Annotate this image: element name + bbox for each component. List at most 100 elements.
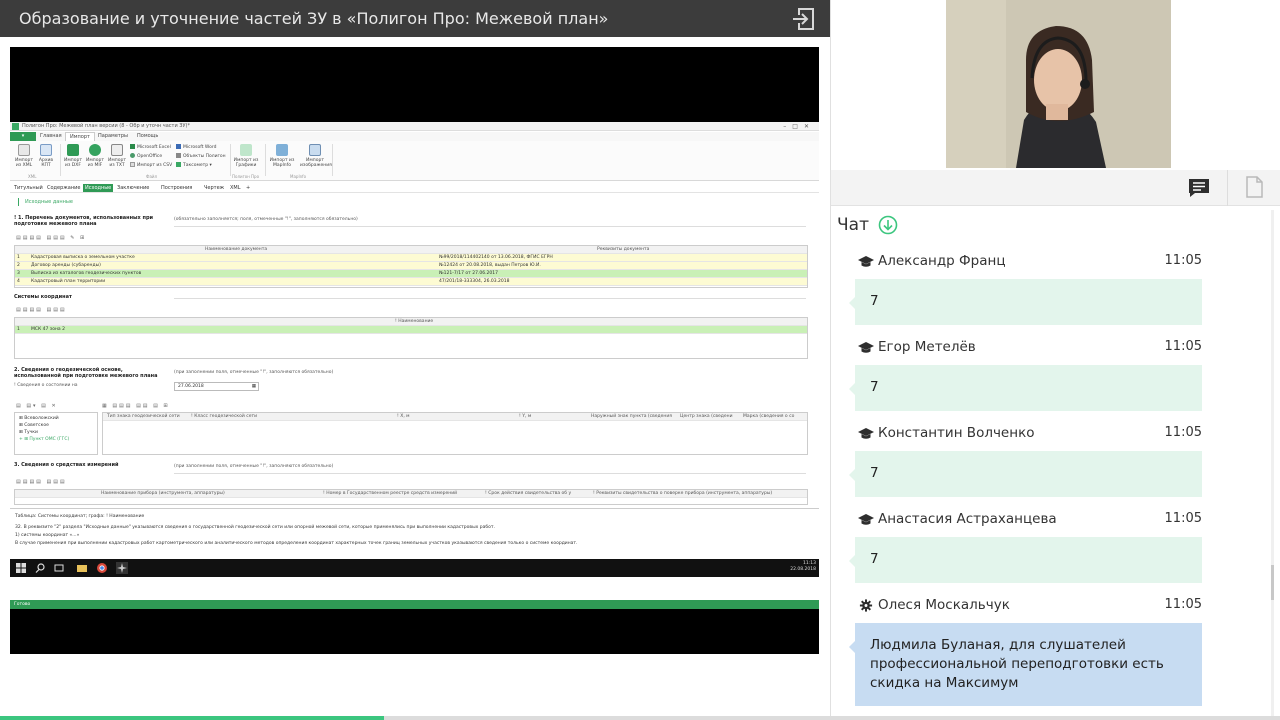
exit-icon[interactable]	[790, 5, 818, 33]
section3-heading: 3. Сведения о средствах измерений	[14, 462, 119, 468]
section2-note: (при заполнении поля, отмеченные "!", за…	[174, 370, 334, 375]
import-txt-button[interactable]: Импорт из TXT	[106, 144, 128, 168]
menu-import[interactable]: Импорт	[65, 132, 95, 141]
file-explorer-icon[interactable]	[76, 562, 88, 574]
graduation-cap-icon	[858, 256, 874, 267]
menu-main[interactable]: Главная	[40, 132, 62, 141]
tab-xml[interactable]: XML	[230, 184, 241, 192]
app-titlebar: Полигон Про: Межевой план версии (8 - Об…	[10, 122, 819, 131]
tree-item[interactable]: ⊞ Тучки	[19, 429, 93, 436]
table-row[interactable]: 1 МСК 47 зона 2	[15, 326, 807, 334]
message-bubble: 7	[849, 365, 1202, 411]
message-author: Анастасия Астраханцева	[878, 511, 1057, 527]
scrollbar-thumb[interactable]	[1271, 565, 1274, 600]
hint-line: 32. В реквизите "2" раздела "Исходные да…	[15, 525, 495, 530]
status-bar: Готово	[10, 600, 819, 609]
tree-item[interactable]: ⊞ Всеволожский	[19, 415, 93, 422]
windows-start-icon[interactable]	[15, 562, 27, 574]
date-field[interactable]: 27.06.2018 ▦	[174, 382, 259, 391]
chat-icon[interactable]	[1187, 178, 1211, 198]
message-author: Егор Метелёв	[878, 339, 976, 355]
menu-params[interactable]: Параметры	[98, 132, 128, 141]
message-author: Константин Волченко	[878, 425, 1035, 441]
presenter-webcam	[946, 0, 1171, 168]
message-author: Александр Франц	[878, 253, 1006, 269]
app-logo-icon	[12, 123, 19, 130]
section2-toolbar-left[interactable]: ▤ ▤▾ ▤ ✕	[16, 403, 58, 411]
chat-message: Анастасия Астраханцева 11:05 7	[849, 511, 1202, 583]
menu-file-button[interactable]: ▾	[10, 132, 36, 141]
import-xml-button[interactable]: Импорт из XML	[13, 144, 35, 168]
task-view-icon[interactable]	[53, 562, 65, 574]
kpt-archive-button[interactable]: Архив КПТ	[35, 144, 57, 168]
tab-content[interactable]: Содержание	[47, 184, 80, 192]
tree-item[interactable]: + ⊞ Пункт ОМС (ГГС)	[19, 436, 93, 443]
video-progress-fill	[0, 716, 384, 720]
coords-heading: Системы координат	[14, 294, 72, 300]
import-dxf-button[interactable]: Импорт из DXF	[62, 144, 84, 168]
message-time: 11:05	[1164, 339, 1202, 354]
chat-message: Александр Франц 11:05 7	[849, 253, 1202, 325]
chrome-icon[interactable]	[96, 562, 108, 574]
tab-conclusion[interactable]: Заключение	[117, 184, 149, 192]
tree-item[interactable]: ⊞ Советское	[19, 422, 93, 429]
section1-note: (обязательно заполняется; поля, отмеченн…	[174, 217, 358, 222]
tab-source[interactable]: Исходные	[83, 184, 114, 192]
graduation-cap-icon	[858, 428, 874, 439]
excel-button[interactable]: Microsoft Excel	[130, 144, 171, 150]
section3-note: (при заполнении поля, отмеченные "!", за…	[174, 464, 334, 469]
panel-toolbar	[831, 170, 1280, 206]
section2-heading: 2. Сведения о геодезической основе, испо…	[14, 367, 158, 379]
breadcrumb: Исходные данные	[18, 198, 73, 206]
document-icon[interactable]	[1245, 176, 1263, 198]
video-player[interactable]: Полигон Про: Межевой план версии (8 - Об…	[10, 47, 819, 654]
import-graphics-button[interactable]: Импорт из Графики	[233, 144, 259, 168]
tab-drawing[interactable]: Чертеж	[204, 184, 224, 192]
tab-title[interactable]: Титульный	[14, 184, 43, 192]
graduation-cap-icon	[858, 342, 874, 353]
import-image-button[interactable]: Импорт изображения	[300, 144, 332, 168]
message-time: 11:05	[1164, 511, 1202, 526]
import-csv-button[interactable]: Импорт из CSV	[130, 162, 172, 168]
section1-toolbar[interactable]: ▤▤▤▤ ▤▤▤ ✎ ⊞	[16, 235, 86, 243]
import-mif-button[interactable]: Импорт из MIF	[84, 144, 106, 168]
documents-table: Наименование документа Реквизиты документ…	[14, 245, 808, 288]
word-button[interactable]: Microsoft Word	[176, 144, 216, 150]
table-row[interactable]: 4 Кадастровый план территории 47/201/18-33…	[15, 278, 807, 286]
polygon-objects-button[interactable]: Объекты Полигон	[176, 153, 226, 159]
table-row[interactable]: 1 Кадастровая выписка о земельном участке…	[15, 254, 807, 262]
coords-toolbar[interactable]: ▤▤▤▤ ▤▤▤	[16, 307, 67, 315]
video-progress-bar[interactable]	[0, 716, 1280, 720]
window-controls-icon: –□✕	[783, 123, 815, 130]
geodesy-tree[interactable]: ⊞ Всеволожский ⊞ Советское ⊞ Тучки + ⊞ П…	[14, 412, 98, 455]
page-title: Образование и уточнение частей ЗУ в «Пол…	[19, 9, 609, 28]
calendar-icon[interactable]: ▦	[252, 383, 256, 391]
hint-line: Таблица: Системы координат; графа: ! Наи…	[15, 514, 145, 519]
section3-toolbar[interactable]: ▤▤▤▤ ▤▤▤	[16, 479, 67, 487]
hint-line: 1) системы координат «...»	[15, 533, 80, 538]
menu-help[interactable]: Помощь	[137, 132, 158, 141]
ribbon-group-xml: XML	[28, 174, 37, 179]
search-icon[interactable]	[34, 562, 46, 574]
message-bubble: Людмила Буланая, для слушателей професси…	[849, 623, 1202, 706]
coords-table: ! Наименование 1 МСК 47 зона 2	[14, 317, 808, 359]
openoffice-button[interactable]: OpenOffice	[130, 153, 162, 159]
top-bar: Образование и уточнение частей ЗУ в «Пол…	[0, 0, 830, 37]
tab-add[interactable]: +	[246, 184, 250, 192]
message-bubble: 7	[849, 451, 1202, 497]
chat-title: Чат	[837, 215, 869, 235]
tab-constructions[interactable]: Построения	[161, 184, 192, 192]
table-row[interactable]: 3 Выписка из каталогов геодезических пунк…	[15, 270, 807, 278]
import-mapinfo-button[interactable]: Импорт из MapInfo	[268, 144, 296, 168]
scroll-down-circle-icon[interactable]	[878, 215, 898, 235]
ribbon-group-file: Файл	[146, 174, 158, 179]
polygon-app-icon[interactable]	[116, 562, 128, 574]
message-bubble: 7	[849, 279, 1202, 325]
gear-icon	[859, 599, 873, 612]
taxometer-button[interactable]: Таксометр ▾	[176, 162, 212, 168]
chat-scrollbar[interactable]	[1271, 210, 1274, 720]
table-row[interactable]: 2 Договор аренды (субаренды) №12424 от 20.…	[15, 262, 807, 270]
document-tabs: Титульный Содержание Исходные Заключение…	[10, 183, 819, 193]
webcam-area	[831, 0, 1280, 170]
section2-toolbar-right[interactable]: ▦ ▤▤▤ ▤▤ ▤ ⊞	[102, 403, 170, 411]
